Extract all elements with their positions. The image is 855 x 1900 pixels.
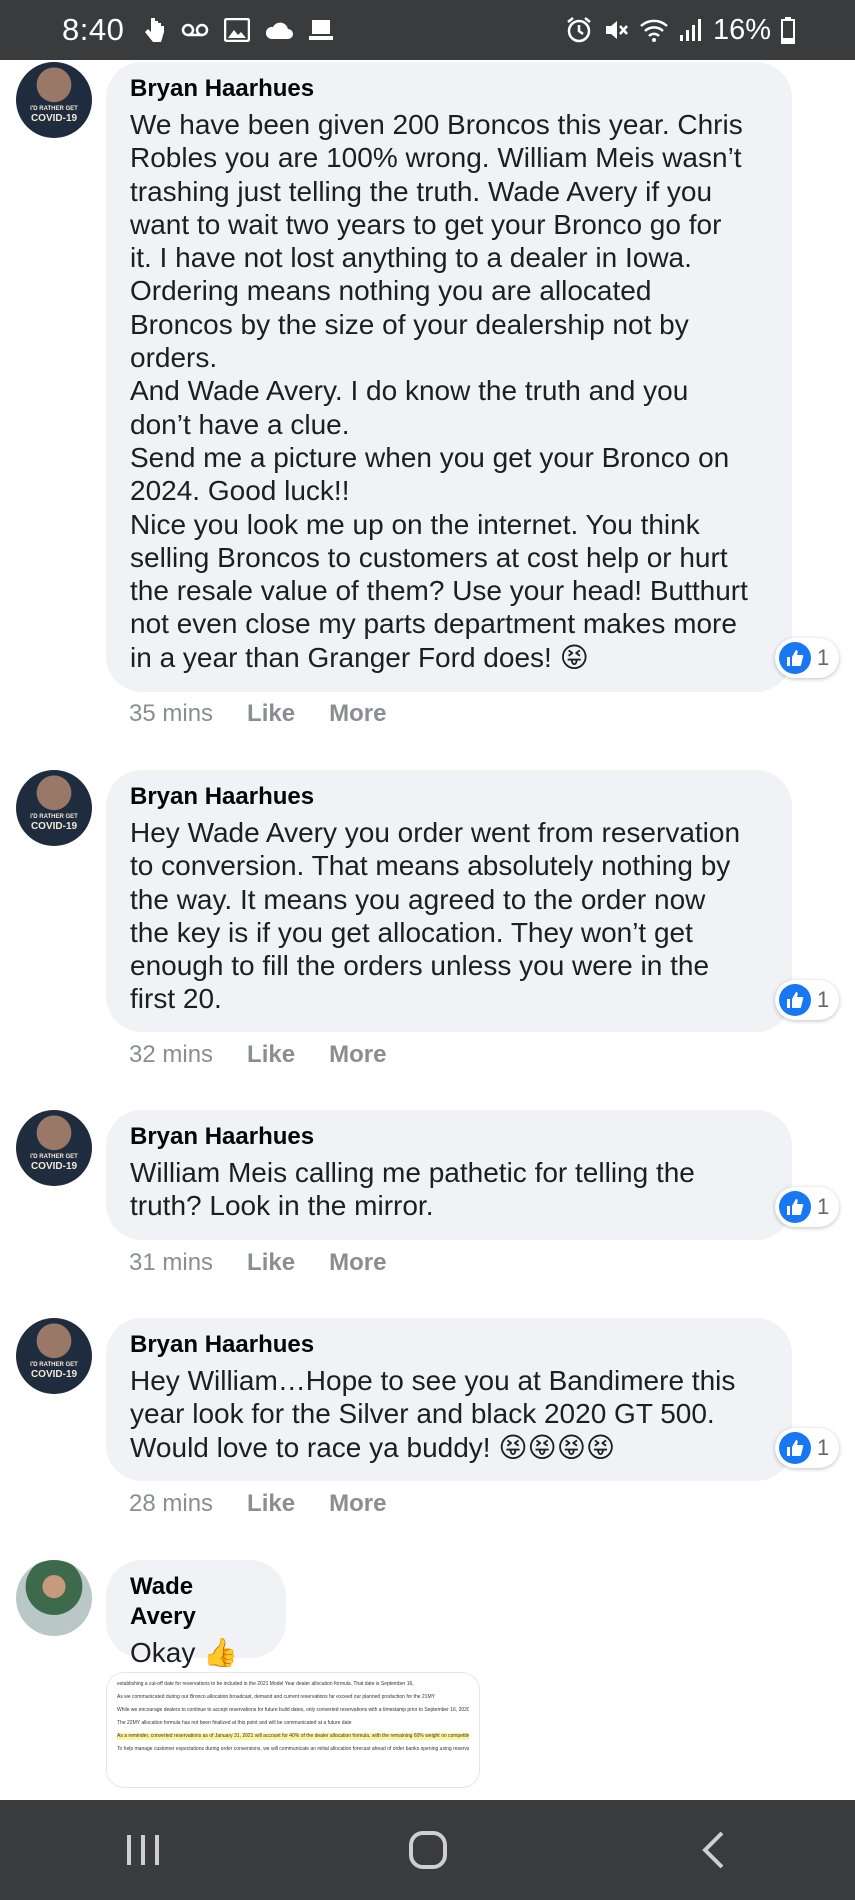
avatar-shirt-print: I'D RATHER GET COVID-19 [30,1362,78,1380]
attached-document-image[interactable]: establishing a cut-off date for reservat… [106,1672,480,1788]
laptop-icon [308,18,334,42]
reaction-badge[interactable]: 1 [775,638,840,678]
reaction-count: 1 [817,645,830,670]
signal-icon [679,17,703,43]
more-button[interactable]: More [329,700,386,728]
comment-actions: 31 mins Like More [129,1249,386,1277]
avatar[interactable]: I'D RATHER GET COVID-19 [16,1318,92,1394]
like-button[interactable]: Like [247,700,295,728]
reaction-count: 1 [817,1435,830,1460]
alarm-icon [565,16,593,44]
comment-timestamp[interactable]: 28 mins [129,1490,213,1518]
comment-actions: 35 mins Like More [129,700,386,728]
document-line: As we communicated during our Bronco all… [117,1694,435,1700]
comment-author[interactable]: Bryan Haarhues [130,782,770,812]
home-icon[interactable] [388,1820,468,1880]
comment-bubble[interactable]: Wade Avery Okay 👍 [106,1560,286,1668]
reaction-count: 1 [817,1194,830,1219]
avatar[interactable] [16,1560,92,1636]
touch-icon [142,15,166,45]
comment-text: William Meis calling me pathetic for tel… [130,1157,695,1222]
battery-icon [781,16,795,44]
comment-text: Hey Wade Avery you order went from reser… [130,817,741,1015]
comment-timestamp[interactable]: 35 mins [129,700,213,728]
like-button[interactable]: Like [247,1490,295,1518]
avatar[interactable]: I'D RATHER GET COVID-19 [16,62,92,138]
thumbs-up-icon [779,1191,811,1223]
comment-actions: 32 mins Like More [129,1041,386,1069]
comment-bubble[interactable]: Bryan Haarhues We have been given 200 Br… [106,62,792,692]
notification-icons [142,15,334,45]
voicemail-icon [180,20,210,40]
document-line: establishing a cut-off date for reservat… [117,1681,414,1687]
document-line: While we encourage dealers to continue t… [117,1707,469,1713]
reaction-badge[interactable]: 1 [775,1428,840,1468]
avatar-shirt-print: I'D RATHER GET COVID-19 [30,814,78,832]
battery-percent: 16% [712,13,771,46]
comment-timestamp[interactable]: 32 mins [129,1041,213,1069]
like-button[interactable]: Like [247,1249,295,1277]
gallery-icon [224,18,251,42]
avatar-shirt-print: I'D RATHER GET COVID-19 [30,1154,78,1172]
comment-bubble[interactable]: Bryan Haarhues Hey Wade Avery you order … [106,770,792,1032]
more-button[interactable]: More [329,1041,386,1069]
avatar[interactable]: I'D RATHER GET COVID-19 [16,770,92,846]
more-button[interactable]: More [329,1490,386,1518]
mute-icon [603,17,629,43]
navigation-bar [0,1800,855,1900]
wifi-icon [639,17,669,43]
document-line-highlighted: As a reminder, converted reservations as… [117,1733,469,1740]
clock: 8:40 [62,12,125,47]
document-line: The 22MY allocation formula has not been… [117,1720,352,1726]
comment-bubble[interactable]: Bryan Haarhues Hey William…Hope to see y… [106,1318,792,1481]
comment-author[interactable]: Bryan Haarhues [130,74,770,104]
avatar[interactable]: I'D RATHER GET COVID-19 [16,1110,92,1186]
comment-text: Hey William…Hope to see you at Bandimere… [130,1365,736,1463]
comment-author[interactable]: Bryan Haarhues [130,1330,770,1360]
reaction-badge[interactable]: 1 [775,980,840,1020]
reaction-count: 1 [817,987,830,1012]
document-line: To help manage customer expectations dur… [117,1746,469,1752]
comment-author[interactable]: Bryan Haarhues [130,1122,770,1152]
thumbs-up-icon [779,984,811,1016]
thumbs-up-icon [779,1432,811,1464]
status-bar: 8:40 16% [0,0,855,60]
comment-bubble[interactable]: Bryan Haarhues William Meis calling me p… [106,1110,792,1240]
cloud-icon [264,20,294,40]
recent-apps-icon[interactable] [103,1820,183,1880]
comment-text: Okay 👍 [130,1637,238,1668]
reaction-badge[interactable]: 1 [775,1187,840,1227]
avatar-shirt-print: I'D RATHER GET COVID-19 [30,106,78,124]
comment-actions: 28 mins Like More [129,1490,386,1518]
comment-text: We have been given 200 Broncos this year… [130,109,748,673]
back-icon[interactable] [673,1820,753,1880]
more-button[interactable]: More [329,1249,386,1277]
comment-timestamp[interactable]: 31 mins [129,1249,213,1277]
comment-author[interactable]: Wade Avery [130,1572,264,1632]
thumbs-up-icon [779,642,811,674]
like-button[interactable]: Like [247,1041,295,1069]
